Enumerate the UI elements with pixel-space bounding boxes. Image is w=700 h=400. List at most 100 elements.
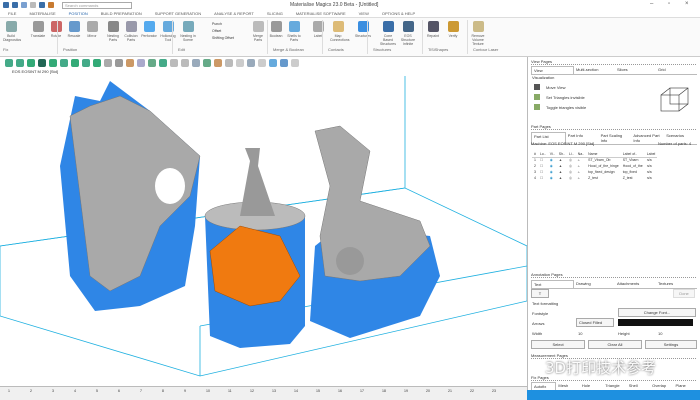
ribbon-button-8[interactable]: Hollowing Tool [160, 21, 176, 42]
menu-tab-5[interactable]: ANALYSE & REPORT [214, 11, 254, 16]
visualization-icon[interactable] [534, 94, 540, 100]
tab-attachments[interactable]: Attachments [615, 280, 656, 288]
view-tool-icon-15[interactable] [170, 58, 178, 67]
view-tool-icon-13[interactable] [148, 58, 156, 67]
tab-autofix[interactable]: Autofix [531, 382, 557, 390]
menu-tab-1[interactable]: MATERIALISE [29, 11, 55, 16]
width-input[interactable]: 10 [578, 331, 582, 336]
ribbon-button-12[interactable]: Shells to Parts [286, 21, 302, 42]
tab-overlap[interactable]: Overlap [650, 382, 673, 390]
select-icon[interactable] [39, 2, 45, 8]
view-tool-icon-20[interactable] [225, 58, 233, 67]
visualization-icon[interactable] [534, 104, 540, 110]
minimize-button[interactable]: – [650, 1, 653, 7]
ribbon-button-18[interactable]: Repaint [425, 21, 441, 38]
tab-part-scaling-info[interactable]: Part Scaling Info [599, 132, 632, 144]
view-tool-icon-3[interactable] [38, 58, 46, 67]
color-swatch[interactable] [618, 319, 693, 326]
menu-tab-8[interactable]: VIEW [359, 11, 369, 16]
ribbon-button-13[interactable]: Label [310, 21, 326, 38]
tab-drawing[interactable]: Drawing [574, 280, 615, 288]
visible-icon[interactable]: ◉ [548, 175, 557, 181]
tab-hole[interactable]: Hole [580, 382, 603, 390]
view-tool-icon-21[interactable] [236, 58, 244, 67]
arrows-dropdown[interactable]: Closed Filled [576, 318, 614, 327]
tab-mesh[interactable]: Mesh [556, 382, 579, 390]
view-tool-icon-16[interactable] [181, 58, 189, 67]
menu-tab-2[interactable]: POSITION [69, 11, 88, 16]
view-tool-icon-18[interactable] [203, 58, 211, 67]
view-tool-icon-25[interactable] [280, 58, 288, 67]
done-button[interactable]: Done [673, 289, 695, 298]
ribbon-button-3[interactable]: Rescale [66, 21, 82, 38]
ribbon-button-0[interactable]: Build Diagnostics [3, 21, 21, 42]
text-type-dropdown[interactable]: T [531, 289, 549, 298]
nav-icon[interactable]: ▵ [576, 175, 586, 181]
view-tool-icon-11[interactable] [126, 58, 134, 67]
view-tool-icon-9[interactable] [104, 58, 112, 67]
tab-multi-section[interactable]: Multi-section [574, 66, 615, 74]
maximize-button[interactable]: ▫ [668, 1, 670, 7]
shaded-icon[interactable]: ▲ [557, 175, 567, 181]
ribbon-button-9[interactable]: Nesting in Scene [180, 21, 196, 42]
lock-icon[interactable]: ☐ [538, 175, 548, 181]
settings-button[interactable]: Settings [645, 340, 697, 349]
ribbon-button-10[interactable]: Merge Parts [250, 21, 266, 42]
ribbon-button-20[interactable]: Remove Volume Texture [470, 21, 486, 46]
ribbon-button-11[interactable]: Boolean [268, 21, 284, 38]
tab-textures[interactable]: Textures [656, 280, 697, 288]
3d-viewport[interactable] [0, 76, 527, 386]
view-tool-icon-8[interactable] [93, 58, 101, 67]
visualization-item[interactable]: Move View [546, 85, 566, 90]
ribbon-button-1[interactable]: Translate [30, 21, 46, 38]
annotation-pages-header[interactable]: Annotation Pages [531, 272, 696, 278]
ribbon-button-5[interactable]: Nesting Parts [105, 21, 121, 42]
select-button[interactable]: Select [531, 340, 585, 349]
view-pages-header[interactable]: View Pages [531, 59, 696, 65]
view-tool-icon-26[interactable] [291, 58, 299, 67]
menu-tab-6[interactable]: SLICING [267, 11, 283, 16]
menu-tab-4[interactable]: SUPPORT GENERATION [155, 11, 201, 16]
clear-all-button[interactable]: Clear All [588, 340, 642, 349]
save-as-icon[interactable] [12, 2, 18, 8]
ribbon-button-6[interactable]: Collision Parts [123, 21, 139, 42]
ribbon-button-17[interactable]: EOS Structure Infinite [400, 21, 416, 46]
tab-slices[interactable]: Slices [615, 66, 656, 74]
ribbon-side-item-0[interactable]: Punch [212, 22, 222, 26]
view-tool-icon-12[interactable] [137, 58, 145, 67]
tab-triangle[interactable]: Triangle [603, 382, 626, 390]
zoom-icon[interactable] [48, 2, 54, 8]
tab-text[interactable]: Text [531, 280, 574, 288]
menu-tab-9[interactable]: OPTIONS & HELP [382, 11, 415, 16]
ribbon-button-19[interactable]: Verify [445, 21, 461, 38]
ribbon-button-16[interactable]: Cone Based Structures [380, 21, 396, 46]
redo-icon[interactable] [30, 2, 36, 8]
view-tool-icon-5[interactable] [60, 58, 68, 67]
ribbon-button-2[interactable]: Rotate [48, 21, 64, 38]
change-font-button[interactable]: Change Font... [618, 308, 696, 317]
visualization-item[interactable]: Toggle triangles visible [546, 105, 586, 110]
view-tool-icon-6[interactable] [71, 58, 79, 67]
tab-grid[interactable]: Grid [656, 66, 697, 74]
view-tool-icon-17[interactable] [192, 58, 200, 67]
tab-shell[interactable]: Shell [627, 382, 650, 390]
ribbon-side-item-2[interactable]: Shifting Offset [212, 36, 234, 40]
visualization-icon[interactable] [534, 84, 540, 90]
ribbon-button-7[interactable]: Perforator [141, 21, 157, 38]
height-input[interactable]: 10 [658, 331, 662, 336]
undo-icon[interactable] [21, 2, 27, 8]
view-cube-icon[interactable] [658, 85, 693, 115]
menu-tab-7[interactable]: MATERIALISE SOFTWARE [296, 11, 346, 16]
search-input[interactable]: Search commands [62, 1, 132, 9]
visualization-item[interactable]: Set Triangles invisible [546, 95, 585, 100]
light-icon[interactable]: ◎ [567, 175, 576, 181]
ribbon-button-4[interactable]: Mirror [84, 21, 100, 38]
close-button[interactable]: × [685, 1, 689, 7]
view-tool-icon-0[interactable] [5, 58, 13, 67]
menu-tab-3[interactable]: BUILD PREPARATION [101, 11, 142, 16]
view-tool-icon-23[interactable] [258, 58, 266, 67]
ribbon-button-14[interactable]: Map Connections [330, 21, 349, 42]
view-tool-icon-4[interactable] [49, 58, 57, 67]
menu-tab-0[interactable]: FILE [8, 11, 16, 16]
part-pages-header[interactable]: Part Pages [531, 124, 696, 130]
